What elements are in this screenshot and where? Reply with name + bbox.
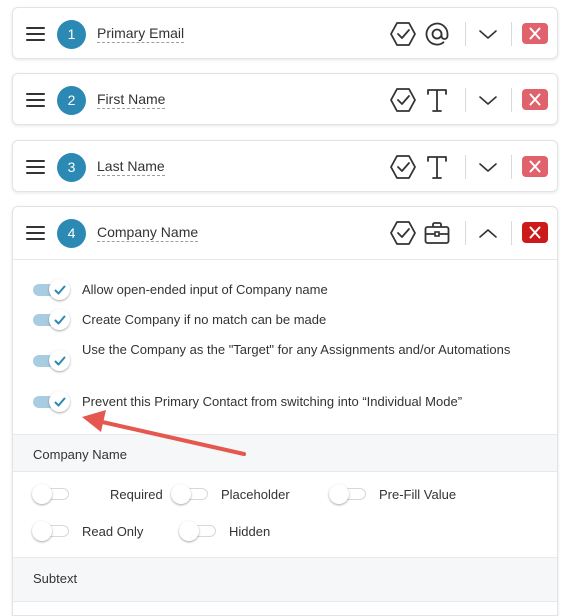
field-card-first-name: 2 First Name [12, 73, 558, 125]
toggle-label-required: Required [110, 487, 163, 502]
close-icon [529, 160, 541, 173]
option-label: Create Company if no match can be made [82, 312, 327, 327]
divider [511, 22, 512, 46]
divider [465, 221, 466, 245]
drag-handle-icon[interactable] [26, 160, 45, 174]
field-card-primary-email: 1 Primary Email [12, 7, 558, 59]
option-toggle[interactable] [33, 350, 70, 371]
checkmark-icon [54, 315, 66, 325]
delete-field-button[interactable] [522, 23, 548, 44]
section-header-subtext: Subtext [13, 557, 557, 602]
at-sign-icon [423, 20, 451, 48]
field-card-last-name: 3 Last Name [12, 140, 558, 192]
drag-handle-icon[interactable] [26, 93, 45, 107]
section-title: Company Name [33, 447, 127, 462]
text-type-icon [423, 153, 451, 181]
close-icon [529, 27, 541, 40]
option-toggle[interactable] [33, 279, 70, 300]
section-header-company-name: Company Name [13, 434, 557, 472]
divider [465, 22, 466, 46]
chevron-down-icon[interactable] [477, 88, 499, 112]
option-label: Use the Company as the "Target" for any … [82, 342, 511, 357]
hexagon-check-icon[interactable] [389, 86, 417, 114]
field-card-header: 3 Last Name [13, 141, 557, 193]
field-label[interactable]: First Name [97, 91, 166, 109]
toggle-label-hidden: Hidden [229, 524, 271, 539]
field-card-company-name: 4 Company Name Allow open-ended input of… [12, 206, 558, 616]
chevron-down-icon[interactable] [477, 155, 499, 179]
toggle-label-prefill-value: Pre-Fill Value [379, 487, 457, 502]
toggle-label-read-only: Read Only [82, 524, 144, 539]
section-title: Subtext [33, 571, 78, 586]
divider [511, 155, 512, 179]
divider [465, 88, 466, 112]
field-card-header: 2 First Name [13, 74, 557, 126]
divider [465, 155, 466, 179]
divider [511, 221, 512, 245]
divider [511, 88, 512, 112]
toggle-placeholder[interactable] [171, 484, 208, 504]
delete-field-button[interactable] [522, 222, 548, 243]
toggle-required[interactable] [32, 484, 69, 504]
option-toggle[interactable] [33, 391, 70, 412]
toggle-hidden[interactable] [179, 521, 216, 541]
drag-handle-icon[interactable] [26, 226, 45, 240]
field-label[interactable]: Last Name [97, 158, 165, 176]
option-label: Allow open-ended input of Company name [82, 282, 328, 297]
field-number-badge: 1 [57, 20, 86, 49]
delete-field-button[interactable] [522, 89, 548, 110]
toggle-label-placeholder: Placeholder [221, 487, 290, 502]
option-toggle[interactable] [33, 309, 70, 330]
option-label: Prevent this Primary Contact from switch… [82, 394, 463, 409]
hexagon-check-icon[interactable] [389, 153, 417, 181]
toggle-prefill-value[interactable] [329, 484, 366, 504]
field-card-header: 4 Company Name [13, 207, 557, 260]
close-icon [529, 93, 541, 106]
field-number-badge: 4 [57, 219, 86, 248]
checkmark-icon [54, 397, 66, 407]
briefcase-icon [423, 219, 451, 247]
field-number-badge: 2 [57, 86, 86, 115]
drag-handle-icon[interactable] [26, 27, 45, 41]
toggle-read-only[interactable] [32, 521, 69, 541]
hexagon-check-icon[interactable] [389, 219, 417, 247]
hexagon-check-icon[interactable] [389, 20, 417, 48]
checkmark-icon [54, 356, 66, 366]
delete-field-button[interactable] [522, 156, 548, 177]
field-label[interactable]: Company Name [97, 224, 199, 242]
checkmark-icon [54, 285, 66, 295]
close-icon [529, 226, 541, 239]
field-number-badge: 3 [57, 153, 86, 182]
field-label[interactable]: Primary Email [97, 25, 185, 43]
field-card-header: 1 Primary Email [13, 8, 557, 60]
chevron-down-icon[interactable] [477, 22, 499, 46]
text-type-icon [423, 86, 451, 114]
chevron-up-icon[interactable] [477, 221, 499, 245]
